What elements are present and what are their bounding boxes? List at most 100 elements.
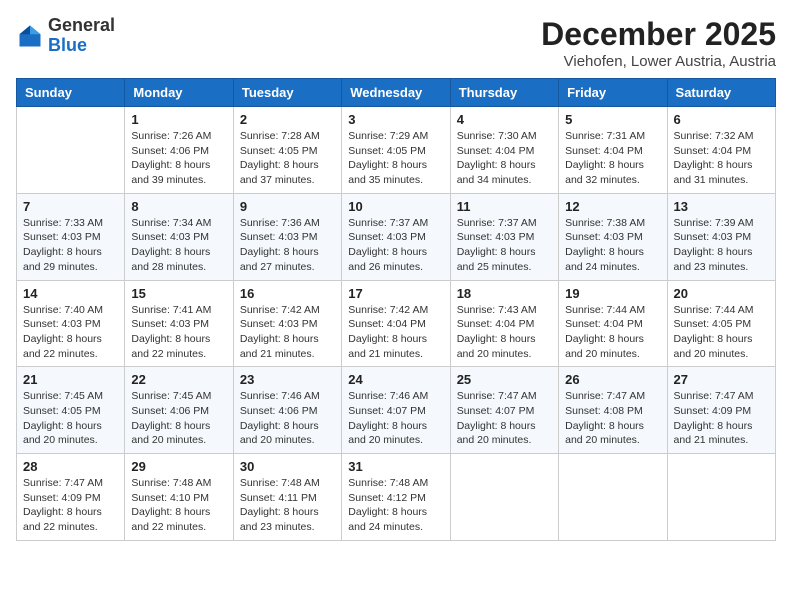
day-info: Sunrise: 7:30 AMSunset: 4:04 PMDaylight:… <box>457 129 552 188</box>
day-number: 16 <box>240 286 335 301</box>
calendar-cell: 20Sunrise: 7:44 AMSunset: 4:05 PMDayligh… <box>667 280 775 367</box>
calendar-cell: 23 Sunrise: 7:46 AMSunset: 4:06 PMDayligh… <box>233 367 341 454</box>
calendar-cell: 26Sunrise: 7:47 AMSunset: 4:08 PMDayligh… <box>559 367 667 454</box>
calendar-week-row: 28Sunrise: 7:47 AMSunset: 4:09 PMDayligh… <box>17 454 776 541</box>
calendar-cell: 4 Sunrise: 7:30 AMSunset: 4:04 PMDaylight… <box>450 107 558 194</box>
calendar-header-tuesday: Tuesday <box>233 79 341 107</box>
day-info: Sunrise: 7:48 AMSunset: 4:10 PMDaylight:… <box>131 476 226 535</box>
calendar-cell: 18Sunrise: 7:43 AMSunset: 4:04 PMDayligh… <box>450 280 558 367</box>
calendar-cell: 30 Sunrise: 7:48 AMSunset: 4:11 PMDayligh… <box>233 454 341 541</box>
calendar-cell <box>17 107 125 194</box>
day-info: Sunrise: 7:47 AMSunset: 4:07 PMDaylight:… <box>457 389 552 448</box>
calendar-cell: 6 Sunrise: 7:32 AMSunset: 4:04 PMDaylight… <box>667 107 775 194</box>
day-info: Sunrise: 7:31 AMSunset: 4:04 PMDaylight:… <box>565 129 660 188</box>
calendar-week-row: 1Sunrise: 7:26 AMSunset: 4:06 PMDaylight… <box>17 107 776 194</box>
day-number: 31 <box>348 459 443 474</box>
calendar-header-sunday: Sunday <box>17 79 125 107</box>
calendar-cell: 1Sunrise: 7:26 AMSunset: 4:06 PMDaylight… <box>125 107 233 194</box>
day-info: Sunrise: 7:37 AMSunset: 4:03 PMDaylight:… <box>348 216 443 275</box>
day-number: 22 <box>131 372 226 387</box>
day-info: Sunrise: 7:46 AMSunset: 4:07 PMDaylight:… <box>348 389 443 448</box>
day-info: Sunrise: 7:45 AMSunset: 4:06 PMDaylight:… <box>131 389 226 448</box>
day-number: 10 <box>348 199 443 214</box>
calendar-cell: 19Sunrise: 7:44 AMSunset: 4:04 PMDayligh… <box>559 280 667 367</box>
page-header: General Blue December 2025 Viehofen, Low… <box>16 16 776 70</box>
calendar-cell: 8 Sunrise: 7:34 AMSunset: 4:03 PMDaylight… <box>125 193 233 280</box>
day-info: Sunrise: 7:45 AMSunset: 4:05 PMDaylight:… <box>23 389 118 448</box>
day-info: Sunrise: 7:33 AMSunset: 4:03 PMDaylight:… <box>23 216 118 275</box>
day-info: Sunrise: 7:42 AMSunset: 4:03 PMDaylight:… <box>240 303 335 362</box>
calendar-cell: 14 Sunrise: 7:40 AMSunset: 4:03 PMDayligh… <box>17 280 125 367</box>
calendar-cell: 25 Sunrise: 7:47 AMSunset: 4:07 PMDayligh… <box>450 367 558 454</box>
calendar-table: SundayMondayTuesdayWednesdayThursdayFrid… <box>16 78 776 541</box>
calendar-cell: 2 Sunrise: 7:28 AMSunset: 4:05 PMDaylight… <box>233 107 341 194</box>
day-number: 2 <box>240 112 335 127</box>
calendar-week-row: 7 Sunrise: 7:33 AMSunset: 4:03 PMDaylight… <box>17 193 776 280</box>
calendar-cell: 28Sunrise: 7:47 AMSunset: 4:09 PMDayligh… <box>17 454 125 541</box>
day-number: 19 <box>565 286 660 301</box>
day-number: 23 <box>240 372 335 387</box>
day-info: Sunrise: 7:48 AMSunset: 4:11 PMDaylight:… <box>240 476 335 535</box>
logo-blue: Blue <box>48 35 87 55</box>
day-number: 24 <box>348 372 443 387</box>
calendar-cell: 16 Sunrise: 7:42 AMSunset: 4:03 PMDayligh… <box>233 280 341 367</box>
day-info: Sunrise: 7:34 AMSunset: 4:03 PMDaylight:… <box>131 216 226 275</box>
day-number: 14 <box>23 286 118 301</box>
calendar-week-row: 21Sunrise: 7:45 AMSunset: 4:05 PMDayligh… <box>17 367 776 454</box>
calendar-cell: 31 Sunrise: 7:48 AMSunset: 4:12 PMDayligh… <box>342 454 450 541</box>
day-number: 17 <box>348 286 443 301</box>
day-number: 4 <box>457 112 552 127</box>
calendar-header-monday: Monday <box>125 79 233 107</box>
day-info: Sunrise: 7:36 AMSunset: 4:03 PMDaylight:… <box>240 216 335 275</box>
day-info: Sunrise: 7:39 AMSunset: 4:03 PMDaylight:… <box>674 216 769 275</box>
calendar-cell: 24 Sunrise: 7:46 AMSunset: 4:07 PMDayligh… <box>342 367 450 454</box>
calendar-cell: 27Sunrise: 7:47 AMSunset: 4:09 PMDayligh… <box>667 367 775 454</box>
day-number: 7 <box>23 199 118 214</box>
day-info: Sunrise: 7:40 AMSunset: 4:03 PMDaylight:… <box>23 303 118 362</box>
day-number: 6 <box>674 112 769 127</box>
location: Viehofen, Lower Austria, Austria <box>541 53 776 70</box>
calendar-header-saturday: Saturday <box>667 79 775 107</box>
day-info: Sunrise: 7:46 AMSunset: 4:06 PMDaylight:… <box>240 389 335 448</box>
calendar-header-friday: Friday <box>559 79 667 107</box>
calendar-cell: 5 Sunrise: 7:31 AMSunset: 4:04 PMDaylight… <box>559 107 667 194</box>
day-number: 30 <box>240 459 335 474</box>
calendar-cell: 3 Sunrise: 7:29 AMSunset: 4:05 PMDaylight… <box>342 107 450 194</box>
day-number: 12 <box>565 199 660 214</box>
calendar-cell <box>559 454 667 541</box>
day-info: Sunrise: 7:29 AMSunset: 4:05 PMDaylight:… <box>348 129 443 188</box>
month-title: December 2025 <box>541 16 776 53</box>
day-info: Sunrise: 7:42 AMSunset: 4:04 PMDaylight:… <box>348 303 443 362</box>
day-number: 29 <box>131 459 226 474</box>
calendar-cell <box>450 454 558 541</box>
calendar-cell: 22 Sunrise: 7:45 AMSunset: 4:06 PMDayligh… <box>125 367 233 454</box>
day-info: Sunrise: 7:28 AMSunset: 4:05 PMDaylight:… <box>240 129 335 188</box>
calendar-cell: 9 Sunrise: 7:36 AMSunset: 4:03 PMDaylight… <box>233 193 341 280</box>
day-info: Sunrise: 7:48 AMSunset: 4:12 PMDaylight:… <box>348 476 443 535</box>
calendar-header-thursday: Thursday <box>450 79 558 107</box>
day-number: 25 <box>457 372 552 387</box>
day-info: Sunrise: 7:43 AMSunset: 4:04 PMDaylight:… <box>457 303 552 362</box>
calendar-cell: 12Sunrise: 7:38 AMSunset: 4:03 PMDayligh… <box>559 193 667 280</box>
day-number: 3 <box>348 112 443 127</box>
logo-text: General Blue <box>48 16 115 56</box>
day-number: 27 <box>674 372 769 387</box>
day-number: 8 <box>131 199 226 214</box>
calendar-header-row: SundayMondayTuesdayWednesdayThursdayFrid… <box>17 79 776 107</box>
calendar-cell: 29 Sunrise: 7:48 AMSunset: 4:10 PMDayligh… <box>125 454 233 541</box>
calendar-week-row: 14 Sunrise: 7:40 AMSunset: 4:03 PMDayligh… <box>17 280 776 367</box>
logo-general: General <box>48 15 115 35</box>
day-info: Sunrise: 7:47 AMSunset: 4:09 PMDaylight:… <box>23 476 118 535</box>
day-number: 9 <box>240 199 335 214</box>
calendar-cell <box>667 454 775 541</box>
day-info: Sunrise: 7:32 AMSunset: 4:04 PMDaylight:… <box>674 129 769 188</box>
day-info: Sunrise: 7:47 AMSunset: 4:08 PMDaylight:… <box>565 389 660 448</box>
day-number: 1 <box>131 112 226 127</box>
day-info: Sunrise: 7:44 AMSunset: 4:05 PMDaylight:… <box>674 303 769 362</box>
logo-icon <box>16 22 44 50</box>
calendar-cell: 10 Sunrise: 7:37 AMSunset: 4:03 PMDayligh… <box>342 193 450 280</box>
calendar-cell: 21Sunrise: 7:45 AMSunset: 4:05 PMDayligh… <box>17 367 125 454</box>
calendar-cell: 13Sunrise: 7:39 AMSunset: 4:03 PMDayligh… <box>667 193 775 280</box>
logo: General Blue <box>16 16 115 56</box>
day-number: 5 <box>565 112 660 127</box>
